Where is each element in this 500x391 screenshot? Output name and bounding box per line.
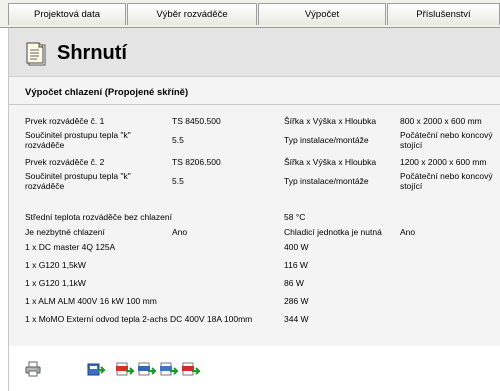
tab-prislusenstvi[interactable]: Příslušenství xyxy=(387,3,500,25)
row-value: TS 8206.500 xyxy=(172,157,221,167)
cooling-calculation-section: Výpočet chlazení (Propojené skříně) Prve… xyxy=(9,76,500,346)
row-value-2: 800 x 2000 x 600 mm xyxy=(400,116,482,126)
export-txt-icon[interactable] xyxy=(160,361,180,377)
tab-projektova-data[interactable]: Projektová data xyxy=(8,3,126,25)
row-value: 5.5 xyxy=(172,176,184,186)
cooling-needed-value: Ano xyxy=(172,227,188,237)
component-power: 344 W xyxy=(284,314,309,324)
row-label-2: Typ instalace/montáže xyxy=(284,135,369,145)
page-title: Shrnutí xyxy=(57,42,127,64)
tab-vypocet[interactable]: Výpočet xyxy=(258,3,386,25)
export-rtf-icon[interactable] xyxy=(138,361,158,377)
row-value-2: Počáteční nebo koncový stojící xyxy=(400,130,493,150)
divider xyxy=(9,104,500,105)
component-power: 86 W xyxy=(284,278,304,288)
section-title: Výpočet chlazení (Propojené skříně) xyxy=(25,87,189,98)
cooling-unit-value: Ano xyxy=(400,227,416,237)
row-value: 5.5 xyxy=(172,135,184,145)
page-header: Shrnutí xyxy=(9,28,500,76)
component-name: 1 x DC master 4Q 125A xyxy=(25,242,116,252)
row-label-2: Šířka x Výška x Hloubka xyxy=(284,116,377,126)
component-power: 286 W xyxy=(284,296,309,306)
export-icon[interactable] xyxy=(87,361,107,377)
component-name: 1 x G120 1,5kW xyxy=(25,260,86,270)
row-label: Součinitel prostupu tepla "k" rozváděče xyxy=(25,130,131,150)
printer-icon[interactable] xyxy=(25,361,41,377)
row-label: Prvek rozváděče č. 2 xyxy=(25,157,105,167)
tab-bar: Projektová data Výběr rozváděče Výpočet … xyxy=(0,0,500,28)
component-name: 1 x MoMO Externí odvod tepla 2-achs DC 4… xyxy=(25,314,253,324)
row-label: Prvek rozváděče č. 1 xyxy=(25,116,105,126)
row-value: TS 8450.500 xyxy=(172,116,221,126)
content-frame: Shrnutí Výpočet chlazení (Propojené skří… xyxy=(8,28,500,391)
row-value-2: Počáteční nebo koncový stojící xyxy=(400,171,493,191)
cooling-needed-label: Je nezbytné chlazení xyxy=(25,227,105,237)
temperature-value: 58 °C xyxy=(284,212,306,222)
component-name: 1 x G120 1,1kW xyxy=(25,278,86,288)
row-label: Součinitel prostupu tepla "k" rozváděče xyxy=(25,171,131,191)
export-pdf-icon[interactable] xyxy=(182,361,202,377)
document-icon xyxy=(25,42,47,68)
footer-toolbar xyxy=(9,346,500,391)
row-label-2: Šířka x Výška x Hloubka xyxy=(284,157,377,167)
row-value-2: 1200 x 2000 x 600 mm xyxy=(400,157,487,167)
component-power: 400 W xyxy=(284,242,309,252)
cooling-unit-label: Chladicí jednotka je nutná xyxy=(284,227,382,237)
export-xml-icon[interactable] xyxy=(116,361,136,377)
component-name: 1 x ALM ALM 400V 16 kW 100 mm xyxy=(25,296,157,306)
tab-vyber-rozvadece[interactable]: Výběr rozváděče xyxy=(127,3,257,25)
row-label-2: Typ instalace/montáže xyxy=(284,176,369,186)
component-power: 116 W xyxy=(284,260,308,270)
temperature-label: Střední teplota rozváděče bez chlazení xyxy=(25,212,172,222)
